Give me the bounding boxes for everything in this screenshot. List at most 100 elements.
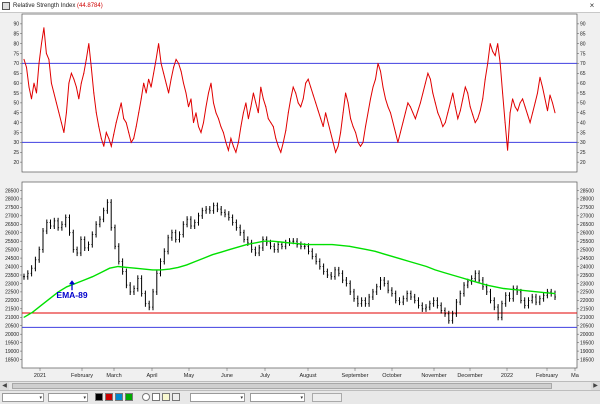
y-tick-label-left: 21500: [5, 307, 19, 313]
y-tick-label-left: 28500: [5, 188, 19, 194]
window-icon: [2, 2, 10, 10]
y-tick-label-left: 45: [13, 111, 19, 117]
y-tick-label-right: 60: [580, 81, 586, 87]
y-tick-label-right: 19500: [580, 340, 594, 346]
y-tick-label-left: 60: [13, 81, 19, 87]
x-tick-label: 2021: [34, 373, 46, 379]
close-icon[interactable]: ×: [587, 1, 597, 11]
y-tick-label-left: 27000: [5, 214, 19, 220]
y-tick-label-right: 24000: [580, 264, 594, 270]
x-tick-label: March: [106, 373, 121, 379]
line-width-select[interactable]: ▾: [48, 393, 88, 402]
y-tick-label-left: 40: [13, 120, 19, 126]
rsi-panel: 20 20 25 25 30 30 35 35 40 40 45 45 50 50 55 55 60 60 65 65…: [13, 13, 586, 173]
line-style-select[interactable]: ▾: [2, 393, 44, 402]
color-red-icon[interactable]: [105, 393, 113, 401]
y-tick-label-left: 18500: [5, 357, 19, 363]
y-tick-label-right: 90: [580, 22, 586, 28]
y-tick-label-left: 21000: [5, 315, 19, 321]
style-select[interactable]: ▾: [250, 393, 305, 402]
indicator-name: Relative Strength Index: [13, 3, 76, 9]
y-tick-label-right: 35: [580, 130, 586, 136]
x-tick-label: October: [382, 373, 402, 379]
y-tick-label-left: 28000: [5, 197, 19, 203]
y-tick-label-left: 23000: [5, 281, 19, 287]
color-blue-icon[interactable]: [115, 393, 123, 401]
y-tick-label-right: 20500: [580, 324, 594, 330]
y-tick-label-left: 27500: [5, 205, 19, 211]
y-tick-label-right: 23500: [580, 273, 594, 279]
y-tick-label-left: 24500: [5, 256, 19, 262]
y-tick-label-right: 21000: [580, 315, 594, 321]
indicator-value: (44.8784): [77, 3, 103, 9]
rect-tool-icon[interactable]: [152, 393, 160, 401]
color-green-icon[interactable]: [125, 393, 133, 401]
y-tick-label-right: 27500: [580, 205, 594, 211]
y-tick-label-right: 22500: [580, 290, 594, 296]
chart-canvas[interactable]: 20 20 25 25 30 30 35 35 40 40 45 45 50 50 55 55 60 60 65 65…: [0, 12, 600, 381]
y-tick-label-right: 70: [580, 61, 586, 67]
x-tick-label: April: [146, 373, 157, 379]
y-tick-label-left: 35: [13, 130, 19, 136]
y-tick-label-right: 28500: [580, 188, 594, 194]
grid-tool-icon[interactable]: [172, 393, 180, 401]
bottom-toolbar: ▾ ▾ ▾ ▾: [0, 390, 600, 404]
y-tick-label-right: 25000: [580, 247, 594, 253]
price-panel: 18500 18500 19000 19000 19500 19500 20000 20000…: [5, 181, 594, 369]
y-tick-label-left: 90: [13, 22, 19, 28]
x-tick-label: Ma: [571, 373, 580, 379]
y-tick-label-left: 65: [13, 71, 19, 77]
plot-frame: [21, 181, 578, 369]
y-tick-label-right: 23000: [580, 281, 594, 287]
y-tick-label-left: 20000: [5, 332, 19, 338]
y-tick-label-right: 18500: [580, 357, 594, 363]
y-tick-label-right: 28000: [580, 197, 594, 203]
text-tool-icon[interactable]: [162, 393, 170, 401]
y-tick-label-left: 26000: [5, 231, 19, 237]
y-tick-label-right: 21500: [580, 307, 594, 313]
plot-area[interactable]: 20 20 25 25 30 30 35 35 40 40 45 45 50 50 55 55 60 60 65 65…: [0, 12, 600, 381]
y-tick-label-right: 25500: [580, 239, 594, 245]
color-black-icon[interactable]: [95, 393, 103, 401]
y-tick-label-right: 85: [580, 32, 586, 38]
x-tick-label: 2022: [501, 373, 513, 379]
y-tick-label-left: 20500: [5, 324, 19, 330]
y-tick-label-left: 30: [13, 140, 19, 146]
y-tick-label-right: 20000: [580, 332, 594, 338]
period-select[interactable]: ▾: [190, 393, 245, 402]
y-tick-label-left: 22000: [5, 298, 19, 304]
x-tick-label: June: [221, 373, 233, 379]
y-tick-label-right: 40: [580, 120, 586, 126]
window-title: Relative Strength Index (44.8784): [13, 0, 103, 12]
x-tick-label: August: [299, 373, 317, 379]
y-tick-label-left: 85: [13, 32, 19, 38]
y-tick-label-left: 23500: [5, 273, 19, 279]
y-tick-label-right: 27000: [580, 214, 594, 220]
y-tick-label-left: 25500: [5, 239, 19, 245]
y-tick-label-left: 26500: [5, 222, 19, 228]
circle-tool-icon[interactable]: [142, 393, 150, 401]
y-tick-label-right: 24500: [580, 256, 594, 262]
y-tick-label-right: 30: [580, 140, 586, 146]
trade-button[interactable]: [312, 393, 342, 402]
y-tick-label-left: 24000: [5, 264, 19, 270]
y-tick-label-left: 25000: [5, 247, 19, 253]
y-tick-label-left: 19000: [5, 349, 19, 355]
y-tick-label-left: 19500: [5, 340, 19, 346]
plot-frame: [21, 13, 578, 173]
y-tick-label-left: 50: [13, 101, 19, 107]
y-tick-label-right: 19000: [580, 349, 594, 355]
x-tick-label: February: [71, 373, 93, 379]
y-tick-label-right: 26000: [580, 231, 594, 237]
x-tick-label: February: [536, 373, 558, 379]
y-tick-label-right: 20: [580, 160, 586, 166]
x-tick-label: July: [260, 373, 270, 379]
x-tick-label: December: [457, 373, 483, 379]
scroll-thumb[interactable]: [12, 383, 552, 389]
y-tick-label-left: 25: [13, 150, 19, 156]
y-tick-label-right: 50: [580, 101, 586, 107]
y-tick-label-right: 75: [580, 51, 586, 57]
y-tick-label-right: 55: [580, 91, 586, 97]
y-tick-label-right: 22000: [580, 298, 594, 304]
y-tick-label-right: 25: [580, 150, 586, 156]
